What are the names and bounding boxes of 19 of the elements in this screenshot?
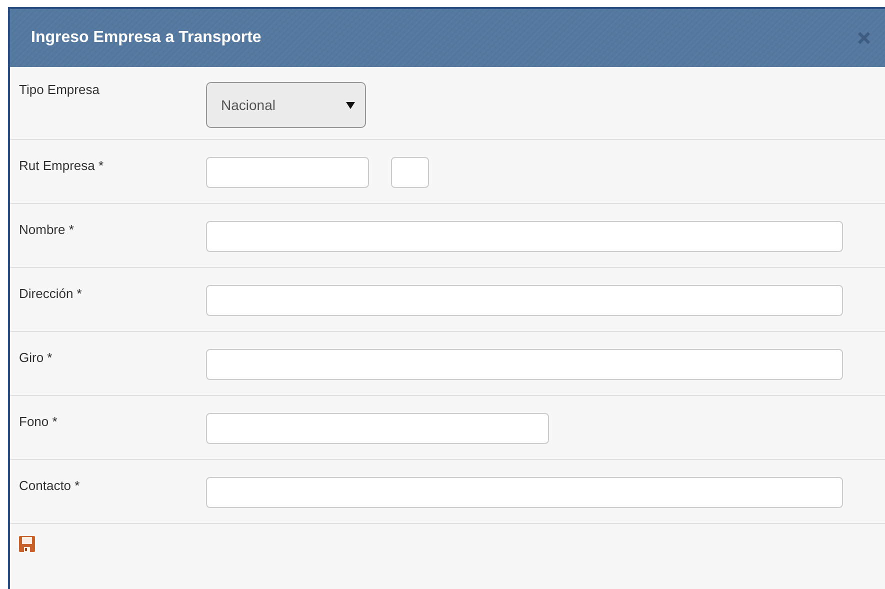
input-field[interactable] [206,413,549,444]
field-label: Tipo Empresa [18,82,100,98]
field-label: Giro * [18,350,54,366]
field-label: Nombre * [18,222,75,238]
field-label: Fono * [18,414,58,430]
close-icon[interactable] [858,32,870,44]
input-field[interactable] [206,285,843,316]
input-field[interactable] [206,157,369,188]
field-label: Dirección * [18,286,83,302]
field-label: Contacto * [18,478,81,494]
input-field[interactable] [391,157,429,188]
type-dropdown[interactable]: Nacional [206,82,366,128]
caret-icon [346,100,355,110]
save-icon[interactable] [19,536,35,552]
input-field[interactable] [206,221,843,252]
dialog-title: Ingreso Empresa a Transporte [31,29,262,47]
input-field[interactable] [206,477,843,508]
field-label: Rut Empresa * [18,158,105,174]
input-field[interactable] [206,349,843,380]
